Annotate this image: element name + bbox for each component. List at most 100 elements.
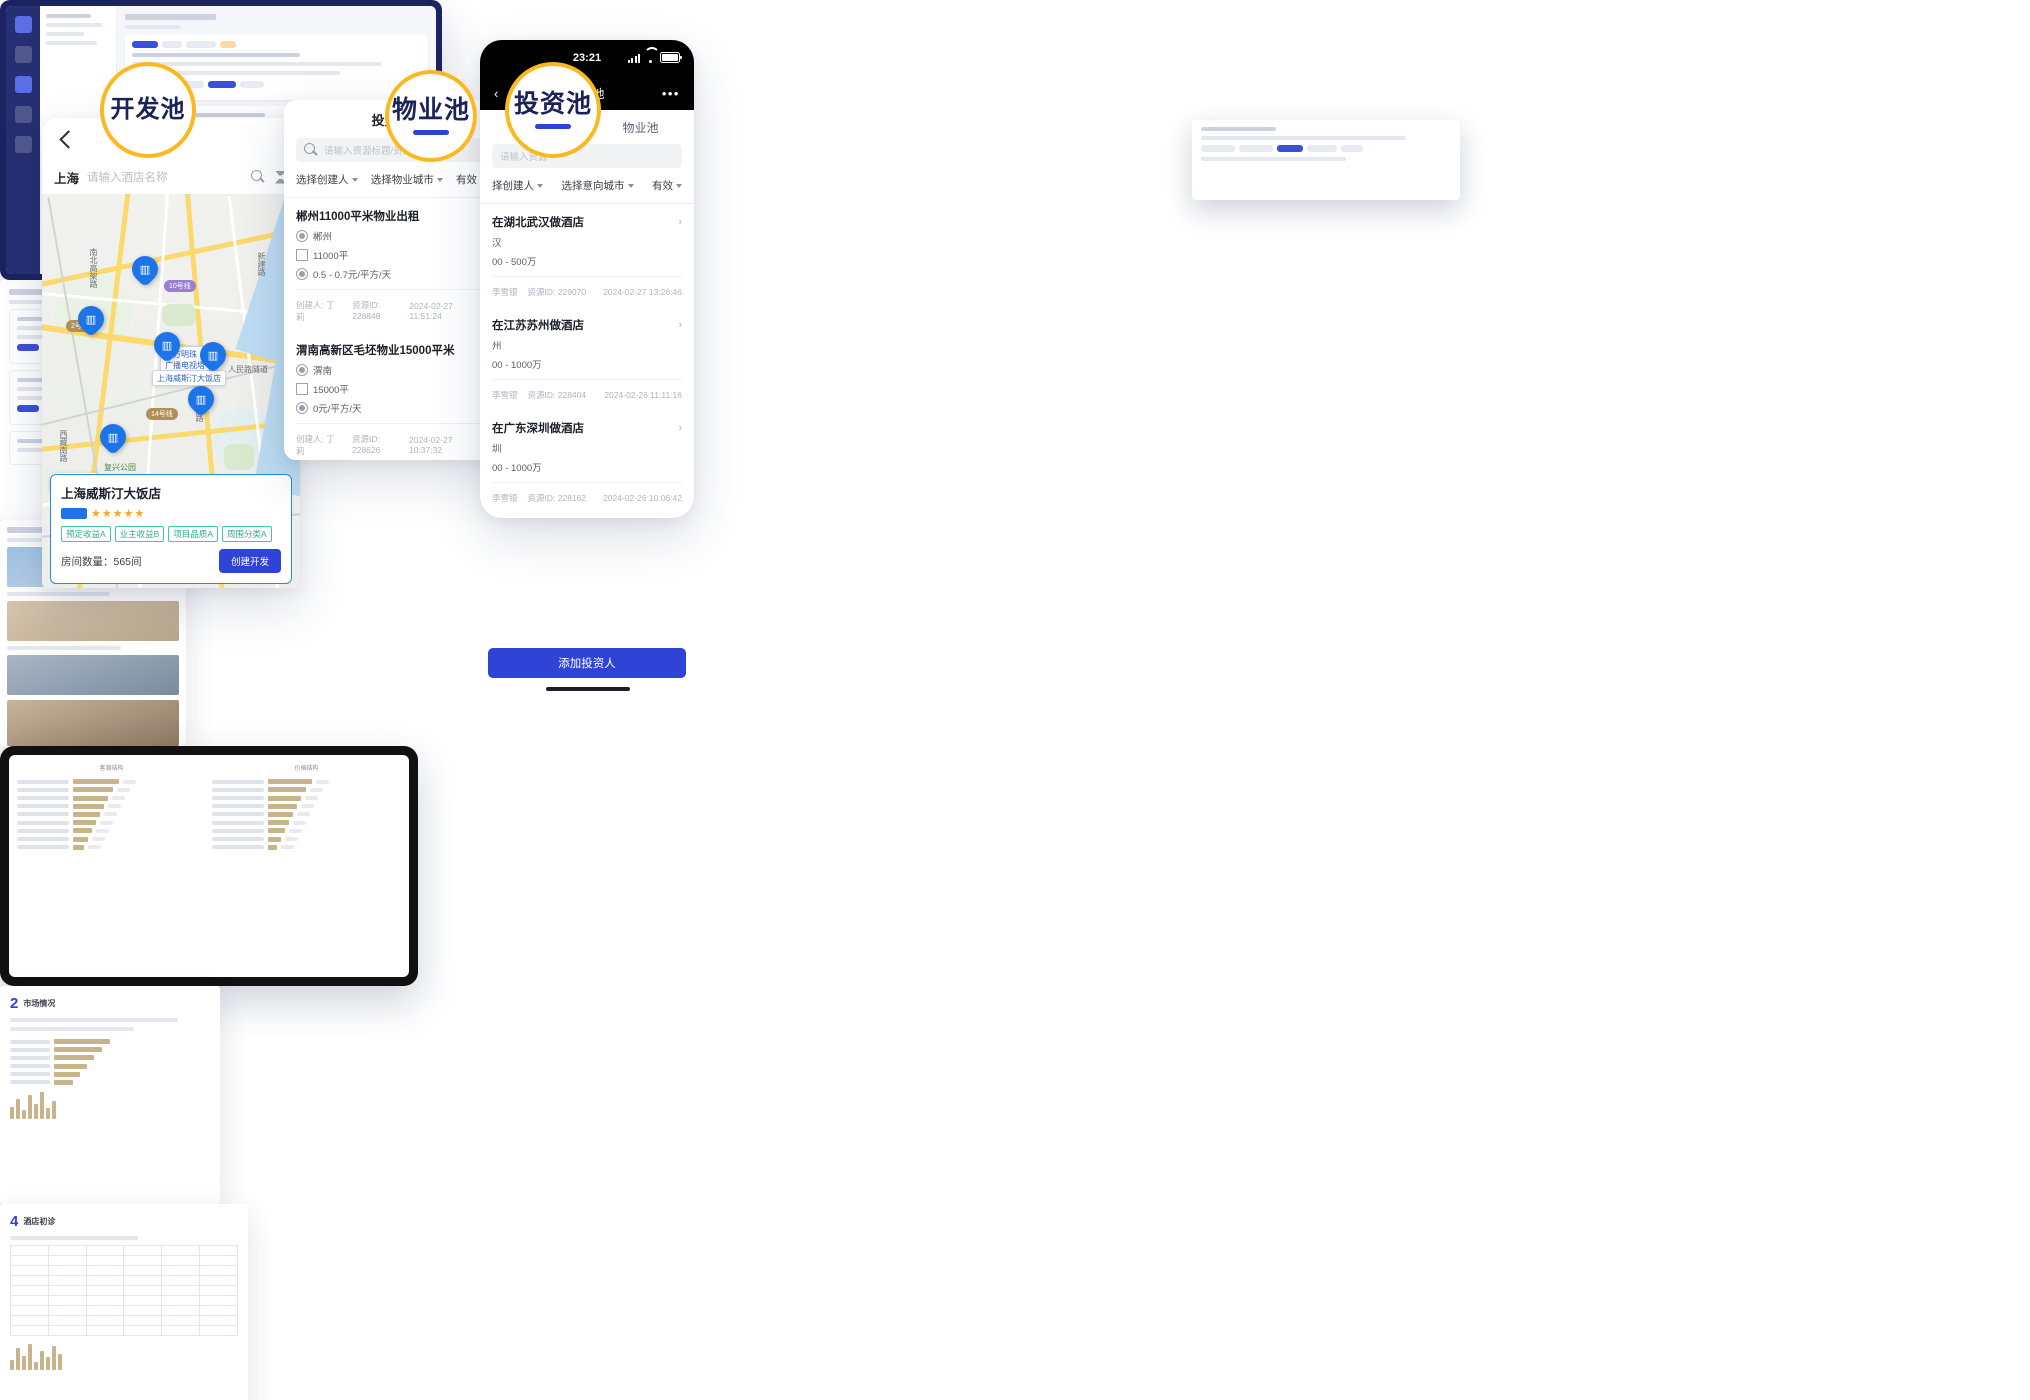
item-resource-id: 资源ID: 228848 [352,300,381,321]
item-city-row: 汉 [492,238,502,249]
chevron-down-icon [351,177,358,182]
item-creator: 创建人: 丁莉 [296,300,335,322]
item-contact: 李雪银 [492,287,518,297]
report-mini-bars [10,1091,210,1119]
item-resource-id: 资源ID: 228626 [351,434,381,455]
item-meta-left: 李雪银 资源ID: 229070 [492,286,586,298]
list-item[interactable]: 郴州11000平米物业出租 › 郴州 11000平 0.5 - 0.7元/平方/… [284,198,498,332]
create-development-button[interactable]: 创建开发 [218,549,281,573]
hotel-card-footer: 房间数量：565间 创建开发 [61,549,281,573]
table-row [10,1305,238,1316]
search-icon [304,142,319,158]
list-item[interactable]: 或者广州投资100间房量的中高档酒店 › 州 000万 [480,513,694,518]
road-label: 西藏南路 [59,430,68,462]
report-number: 4 [10,1213,19,1230]
item-contact: 李雪银 [492,493,518,503]
item-contact: 李雪银 [492,390,518,400]
item-budget-row: 00 - 1000万 [492,463,542,474]
signal-bars-icon [628,54,640,63]
metro-line-tag: 10号线 [164,280,196,292]
price-icon [296,402,308,414]
item-resource-id: 资源ID: 229070 [527,287,587,297]
filter-intent-city[interactable]: 选择意向城市 [562,178,634,193]
hotel-tag-list: 预定收益A 业主收益B 项目品质A 周围分类A [61,526,281,542]
item-meta-left: 创建人: 丁莉 资源ID: 228626 [296,433,409,457]
dashboard-sidebar-rail [6,6,40,274]
rail-icon [14,106,32,123]
table-row [10,1285,238,1296]
more-dots-icon[interactable]: ••• [662,86,680,101]
hotel-tag: 周围分类A [222,526,272,542]
area-icon [296,383,308,395]
hotel-detail-card[interactable]: 上海威斯汀大饭店 ★★★★★ 预定收益A 业主收益B 项目品质A 周围分类A 房… [50,474,292,584]
filter-creator[interactable]: 选择创建人 [296,172,358,187]
map-screen-panel: 上海 请输入酒店名称 南北高架路 新建路 西藏南路 [42,118,300,588]
search-icon[interactable] [251,169,266,185]
add-investor-button[interactable]: 添加投资人 [488,648,686,678]
map-pin[interactable]: ▥ [94,418,132,456]
map-pin[interactable]: ▥ [194,336,232,374]
item-meta-row: 李雪银 资源ID: 228404 2024-02-26 11:11:16 [492,379,682,410]
item-city-row: 州 [492,341,502,352]
item-meta-left: 李雪银 资源ID: 228162 [492,492,586,504]
chevron-left-icon[interactable]: ‹ [494,86,498,101]
item-date: 2024-02-27 11:51:24 [409,301,453,321]
list-item[interactable]: 在广东深圳做酒店 › 圳 00 - 1000万 李雪银 资源ID: 228162 … [480,410,694,513]
report-header: 2 市场情况 [10,996,210,1011]
map-pin[interactable]: ▥ [72,300,110,338]
wifi-icon [644,54,656,63]
tab-property-pool[interactable]: 物业池 [622,119,658,136]
chart-title: 客源结构 [99,766,124,772]
item-city-row: 圳 [492,444,502,455]
list-item[interactable]: 在江苏苏州做酒店 › 州 00 - 1000万 李雪银 资源ID: 228404 … [480,307,694,410]
bar-chart-right: 价格结构 [212,763,401,969]
item-city-row: 郴州 [296,229,486,243]
table-row [10,1255,238,1266]
item-title-row: 郴州11000平米物业出租 › [296,208,486,224]
filter-city[interactable]: 选择物业城市 [371,172,443,187]
hotel-photo [7,601,179,641]
chevron-right-icon: › [678,319,682,331]
hotel-search-input[interactable]: 请输入酒店名称 [87,169,243,185]
table-row [10,1315,238,1326]
item-creator: 创建人: 丁莉 [296,434,335,456]
rail-icon-active [14,76,32,93]
bubble-underline [413,129,449,135]
bar-chart-left: 客源结构 [17,763,206,969]
report-table [10,1245,238,1336]
filter-creator[interactable]: 择创建人 [492,178,543,193]
status-indicators [628,52,682,63]
road-label: 人民路隧道 [228,365,268,374]
dashboard-popup-preview [1192,120,1460,200]
invest-search-input[interactable]: 请输入资源 [492,144,682,168]
road-label: 南北高架路 [89,248,98,288]
filter-status[interactable]: 有效 [652,178,682,193]
city-selector[interactable]: 上海 [54,168,79,187]
room-count-label: 房间数量： [61,555,114,568]
location-icon [296,364,308,376]
item-title: 在广东深圳做酒店 [492,423,584,435]
chart-title: 价格结构 [294,766,319,772]
chevron-right-icon: › [678,216,682,228]
table-row [10,1245,238,1256]
map-pin[interactable]: ▥ [126,250,164,288]
item-meta-left: 创建人: 丁莉 资源ID: 228848 [296,299,409,323]
list-item[interactable]: 渭南高新区毛坯物业15000平米 › 渭南 15000平 0元/平方/天 创建人… [284,332,498,460]
park-label: 复兴公园 [104,463,136,472]
bubble-underline [535,123,571,129]
map-search-row[interactable]: 上海 请输入酒店名称 [42,160,300,194]
list-item[interactable]: 在湖北武汉做酒店 › 汉 00 - 500万 李雪银 资源ID: 229070 2… [480,204,694,307]
road-label: 新建路 [257,252,266,276]
item-price-row: 0元/平方/天 [296,401,486,415]
room-count: 房间数量：565间 [61,554,142,569]
label-bubble-property-pool: 物业池 [385,70,477,162]
status-time: 23:21 [572,52,602,64]
report-title: 市场情况 [23,999,56,1008]
label-bubble-development-pool: 开发池 [100,62,196,158]
report-bar-chart [10,1039,210,1085]
bubble-label: 物业池 [391,95,470,124]
map-pin[interactable]: ▥ [148,326,186,364]
back-arrow-icon[interactable] [56,128,78,150]
map-pin-selected[interactable]: ▥ [182,380,220,418]
report-header: 4 酒店初诊 [10,1214,238,1229]
